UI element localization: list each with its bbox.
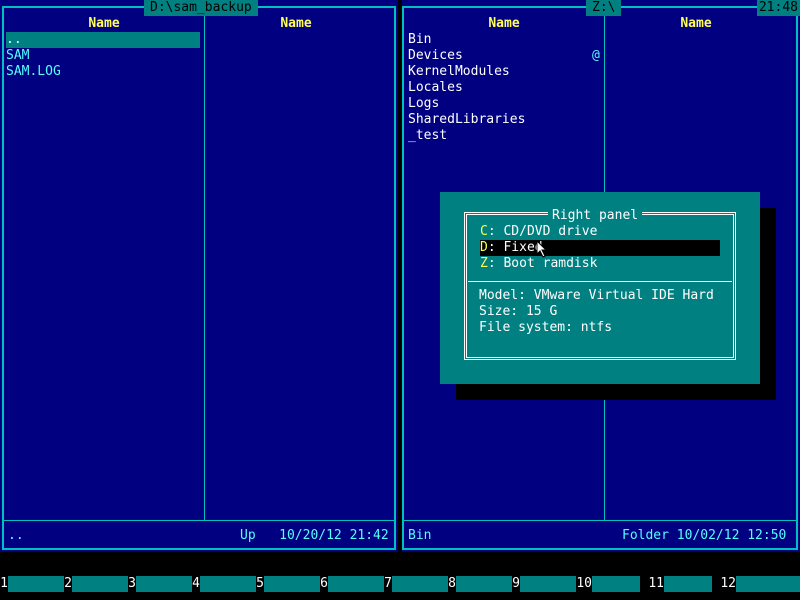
right-col1-header: Name bbox=[488, 16, 520, 31]
drive-label-c: : CD/DVD drive bbox=[487, 224, 598, 239]
fkey-6-button[interactable] bbox=[328, 576, 384, 592]
function-key-bar: 1 2 3 4 5 6 7 8 9 10 11 12 bbox=[0, 576, 800, 592]
clock: 21:48 bbox=[756, 0, 800, 16]
drive-item-c[interactable]: C: CD/DVD drive bbox=[480, 224, 720, 240]
folder-item-sharedlibraries[interactable]: SharedLibraries bbox=[408, 112, 525, 128]
fkey-3-button[interactable] bbox=[136, 576, 192, 592]
left-panel-frame bbox=[2, 6, 396, 550]
dialog-divider bbox=[468, 281, 732, 282]
left-status-name: .. bbox=[8, 528, 24, 543]
left-column-divider bbox=[204, 16, 205, 520]
fkey-8-button[interactable] bbox=[456, 576, 512, 592]
right-col2-header: Name bbox=[680, 16, 712, 31]
fkey-12-button[interactable] bbox=[736, 576, 800, 592]
mouse-pointer-icon bbox=[536, 240, 548, 258]
fkey-6-number: 6 bbox=[320, 576, 328, 591]
fkey-5-number: 5 bbox=[256, 576, 264, 591]
folder-item-test[interactable]: _test bbox=[408, 128, 447, 144]
left-status-info: Up 10/20/12 21:42 bbox=[240, 528, 389, 543]
right-panel-path[interactable]: Z:\ bbox=[586, 0, 622, 16]
file-item-parent[interactable]: .. bbox=[6, 32, 200, 48]
drive-filesystem: File system: ntfs bbox=[479, 320, 613, 335]
fkey-9-number: 9 bbox=[512, 576, 520, 591]
folder-item-locales[interactable]: Locales bbox=[408, 80, 463, 96]
fkey-1-button[interactable] bbox=[8, 576, 64, 592]
left-panel[interactable]: D:\sam_backup Name Name .. SAM SAM.LOG .… bbox=[0, 0, 398, 552]
fkey-7-button[interactable] bbox=[392, 576, 448, 592]
dialog-title: Right panel bbox=[548, 208, 643, 224]
right-status-info: Folder 10/02/12 12:50 bbox=[622, 528, 787, 543]
drive-item-z[interactable]: Z: Boot ramdisk bbox=[480, 256, 720, 272]
right-status-name: Bin bbox=[408, 528, 432, 543]
drive-item-d[interactable]: D: Fixed bbox=[480, 240, 720, 256]
fkey-2-number: 2 bbox=[64, 576, 72, 591]
folder-item-bin[interactable]: Bin bbox=[408, 32, 431, 48]
drive-label-z: : Boot ramdisk bbox=[487, 256, 598, 271]
drive-select-dialog[interactable]: Right panel C: CD/DVD drive D: Fixed Z: … bbox=[440, 192, 760, 384]
left-col2-header: Name bbox=[280, 16, 312, 31]
fkey-3-number: 3 bbox=[128, 576, 136, 591]
drive-label-d: : Fixed bbox=[487, 240, 543, 255]
folder-item-logs[interactable]: Logs bbox=[408, 96, 439, 112]
fkey-7-number: 7 bbox=[384, 576, 392, 591]
right-status-divider bbox=[404, 520, 796, 521]
drive-size: Size: 15 G bbox=[479, 304, 558, 319]
fkey-2-button[interactable] bbox=[72, 576, 128, 592]
fkey-9-button[interactable] bbox=[520, 576, 576, 592]
fkey-8-number: 8 bbox=[448, 576, 456, 591]
fkey-11-button[interactable] bbox=[664, 576, 712, 592]
fkey-12-number: 12 bbox=[720, 576, 736, 591]
file-item-sam[interactable]: SAM bbox=[6, 48, 29, 64]
file-item-sam-log[interactable]: SAM.LOG bbox=[6, 64, 61, 80]
fkey-11-number: 11 bbox=[648, 576, 664, 591]
drive-key-z: Z bbox=[480, 256, 488, 271]
fkey-1-number: 1 bbox=[0, 576, 8, 591]
fkey-10-number: 10 bbox=[576, 576, 592, 591]
fkey-4-number: 4 bbox=[192, 576, 200, 591]
drive-key-c: C bbox=[480, 224, 488, 239]
left-col1-header: Name bbox=[88, 16, 120, 31]
fkey-4-button[interactable] bbox=[200, 576, 256, 592]
fkey-5-button[interactable] bbox=[264, 576, 320, 592]
folder-item-devices[interactable]: Devices bbox=[408, 48, 463, 64]
drive-model: Model: VMware Virtual IDE Hard bbox=[479, 288, 714, 303]
folder-item-kernelmodules[interactable]: KernelModules bbox=[408, 64, 510, 80]
left-panel-path[interactable]: D:\sam_backup bbox=[144, 0, 258, 16]
drive-key-d: D bbox=[480, 240, 488, 255]
fkey-10-button[interactable] bbox=[592, 576, 640, 592]
left-status-divider bbox=[4, 520, 394, 521]
symlink-mark: @ bbox=[592, 48, 600, 63]
